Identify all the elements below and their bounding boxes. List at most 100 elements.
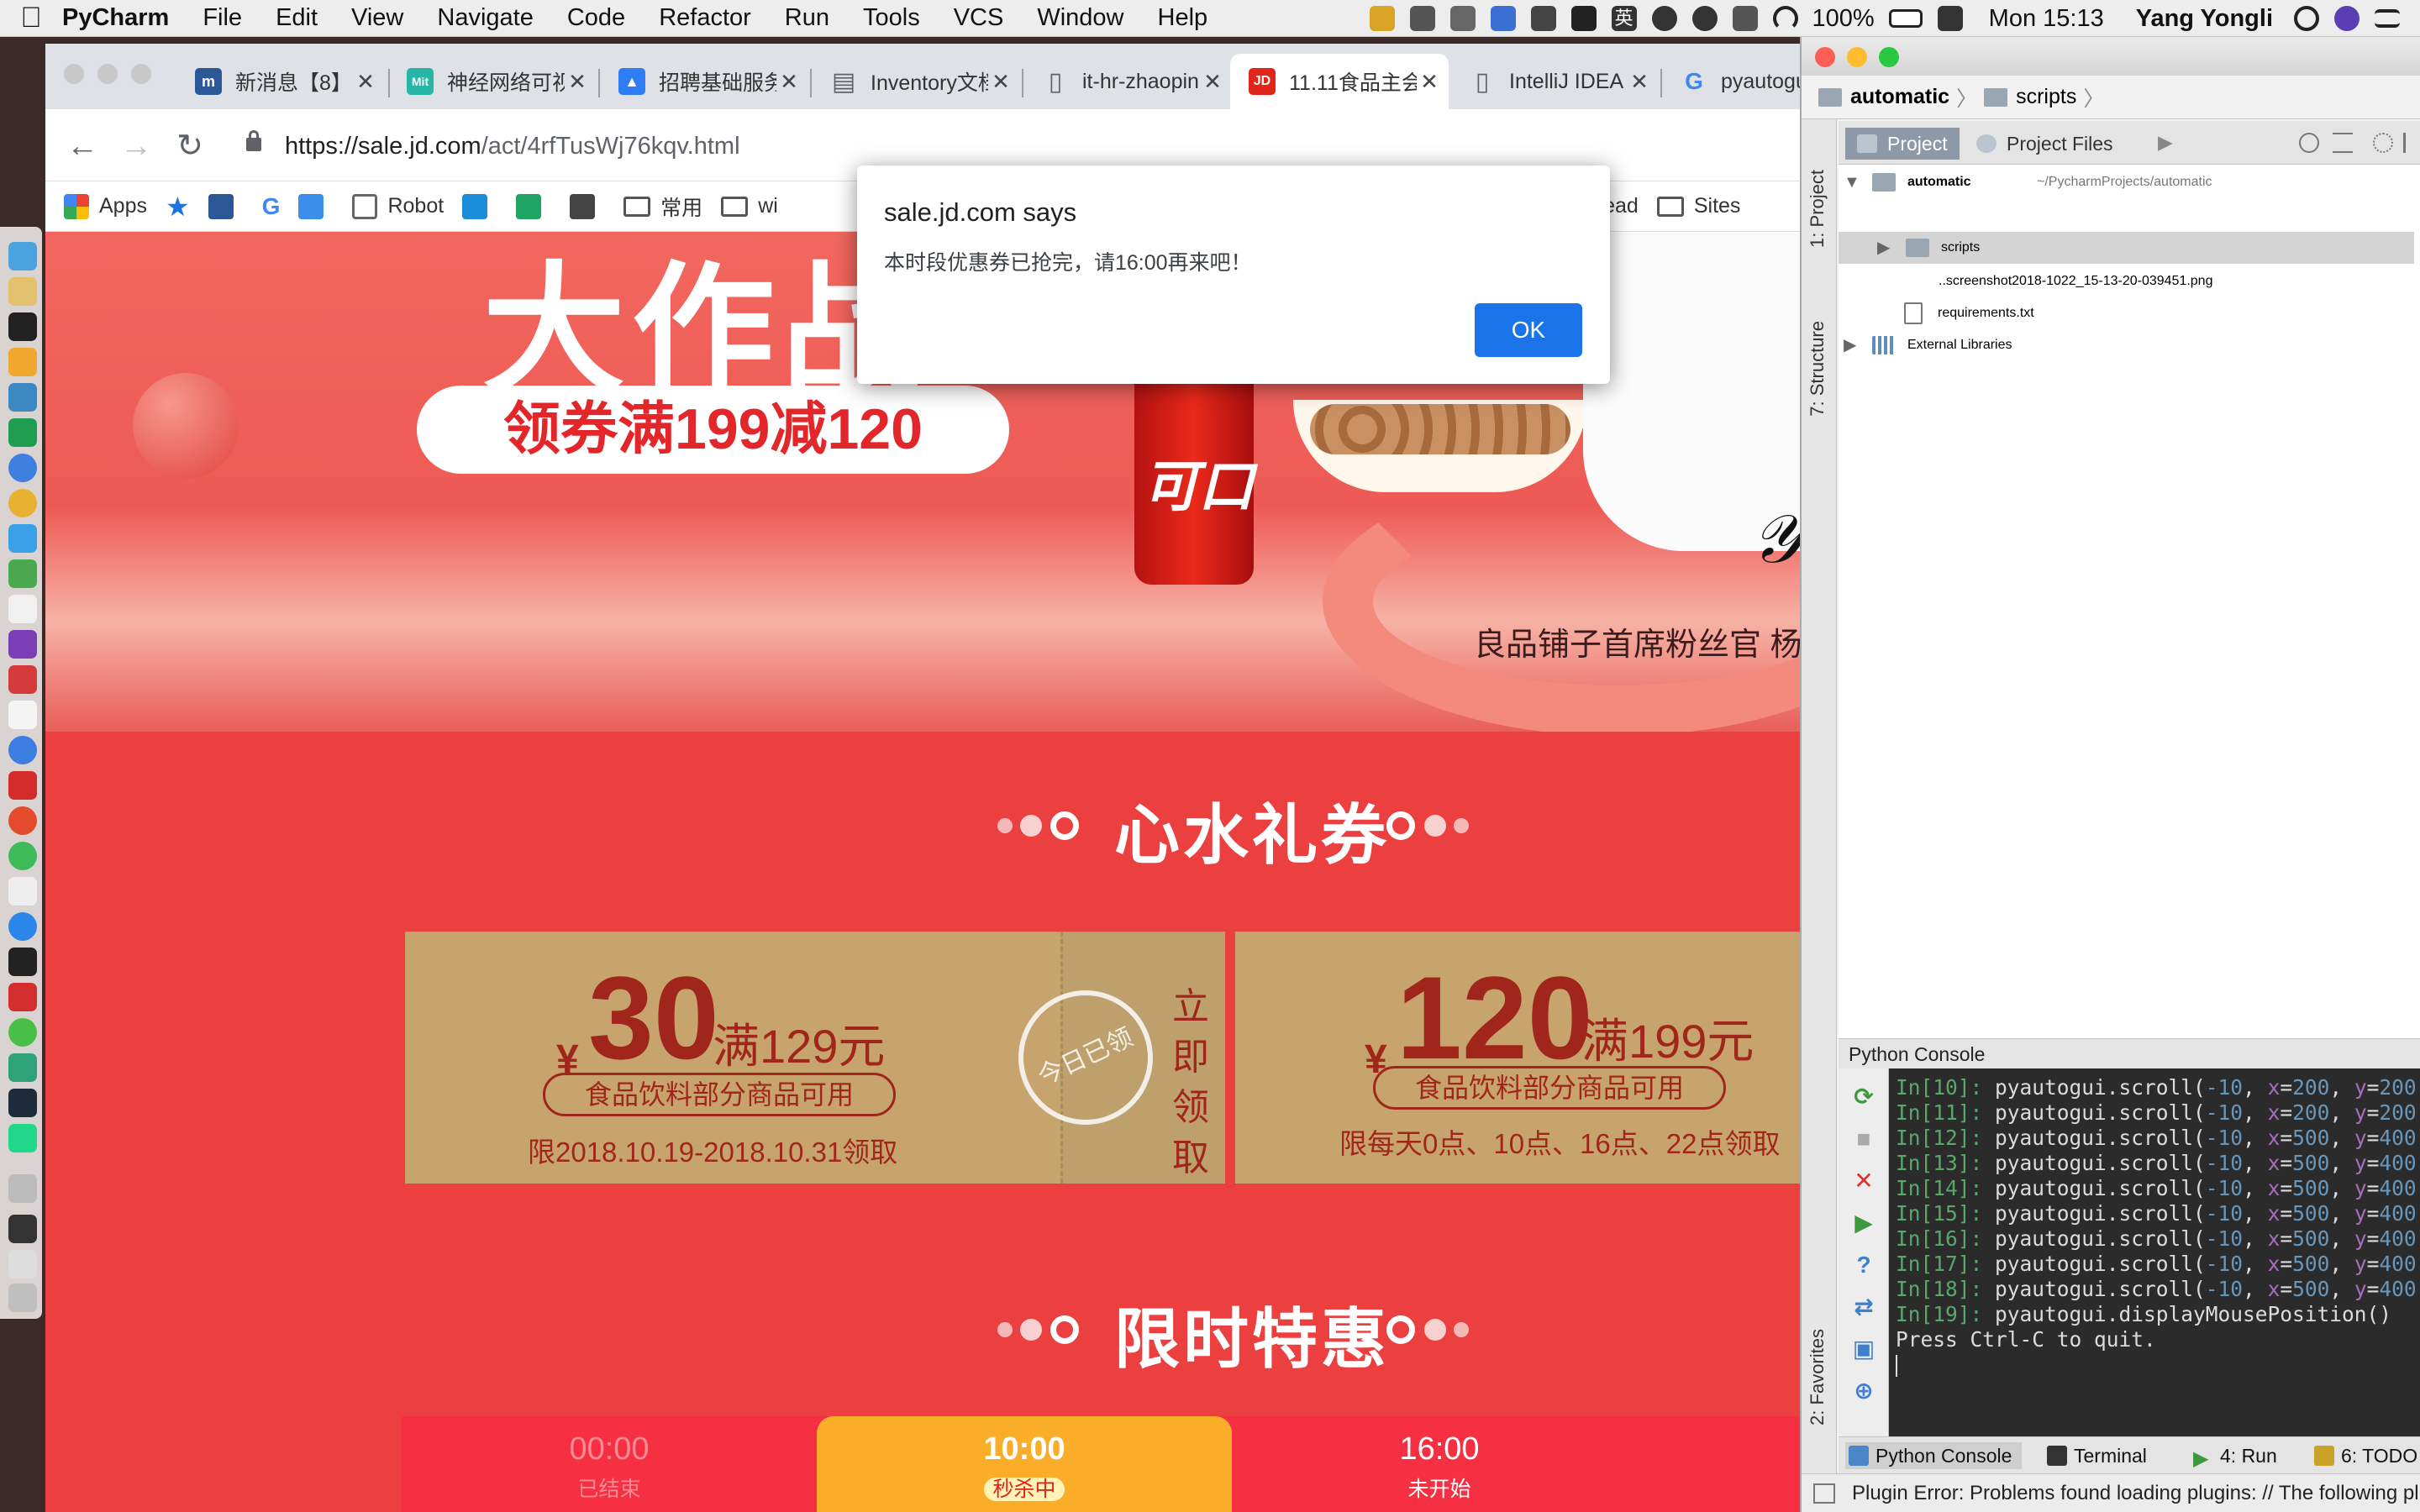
zoom-window-button[interactable] — [131, 64, 151, 84]
calendar-icon[interactable] — [8, 701, 37, 729]
status-bar[interactable]: Plugin Error: Problems found loading plu… — [1802, 1473, 2420, 1512]
bookmark-z[interactable] — [462, 193, 497, 219]
tool-tab-project[interactable]: 1: Project — [1807, 170, 1828, 248]
browser-tab[interactable]: Mit 神经网络可视化 ✕ — [388, 54, 597, 109]
browser-tab-active[interactable]: JD 11.11食品主会场 ✕ — [1230, 54, 1449, 109]
app-store-icon[interactable] — [8, 912, 37, 941]
evernote-icon[interactable] — [8, 559, 37, 588]
word-icon[interactable] — [8, 383, 37, 412]
menubar-user[interactable]: Yang Yongli — [2136, 5, 2273, 33]
markdown-icon[interactable] — [8, 454, 37, 482]
notes-icon[interactable] — [8, 877, 37, 906]
cloud-icon[interactable] — [1651, 6, 1677, 31]
rerun-icon[interactable]: ⟳ — [1852, 1085, 1876, 1109]
execute-icon[interactable]: ▶ — [1852, 1211, 1876, 1235]
reload-icon[interactable]: ↻ — [171, 128, 208, 165]
star-app-icon[interactable] — [8, 665, 37, 694]
time-slot-ended[interactable]: 00:00 已结束 — [402, 1416, 817, 1512]
collapse-all-icon[interactable] — [2333, 133, 2353, 153]
more-tabs-icon[interactable]: ▶ — [2158, 131, 2173, 154]
bookmark-sites[interactable]: Sites — [1656, 194, 1740, 218]
breadcrumb-root[interactable]: automatic — [1850, 85, 1949, 109]
tree-row-screenshot[interactable]: ..screenshot2018-1022_15-13-20-039451.pn… — [1939, 265, 2420, 297]
browser-tab[interactable]: m 新消息【8】 ✕ — [176, 54, 385, 109]
python-console-output[interactable]: In[10]: pyautogui.scroll(-10, x=200, y=2… — [1889, 1068, 2420, 1475]
breadcrumb-child[interactable]: scripts — [2016, 85, 2076, 109]
forward-icon[interactable]: → — [118, 128, 155, 165]
soft-wrap-icon[interactable]: ⇄ — [1852, 1295, 1876, 1319]
menu-tools[interactable]: Tools — [863, 4, 920, 32]
close-tab-icon[interactable]: ✕ — [1200, 69, 1225, 95]
close-tab-icon[interactable]: ✕ — [353, 69, 378, 95]
xmind-icon[interactable] — [8, 983, 37, 1011]
tab-python-console[interactable]: Python Console — [1845, 1442, 2023, 1469]
trash-icon[interactable] — [8, 1284, 37, 1312]
docker-icon[interactable] — [1409, 6, 1435, 31]
sequel-icon[interactable] — [8, 277, 37, 306]
bookmark-calc[interactable] — [570, 193, 605, 219]
mic-icon[interactable] — [1570, 6, 1597, 31]
menu-refactor[interactable]: Refactor — [659, 4, 751, 32]
browser-tab[interactable]: G pyautogui — [1662, 54, 1802, 109]
vpn-shield-icon[interactable] — [1490, 6, 1516, 31]
tab-terminal[interactable]: Terminal — [2044, 1442, 2147, 1469]
screen-icon[interactable] — [8, 1215, 37, 1243]
address-bar[interactable]: https://sale.jd.com/act/4rfTusWj76kqv.ht… — [226, 124, 1802, 168]
apple-menu-icon[interactable]:  — [0, 2, 62, 34]
minimize-window-button[interactable] — [1847, 47, 1867, 67]
pycharm-dock-icon[interactable] — [8, 1124, 37, 1152]
menubar-clock[interactable]: Mon 15:13 — [1989, 5, 2104, 33]
onenote-icon[interactable] — [8, 630, 37, 659]
sketch-icon[interactable] — [1937, 6, 1963, 31]
music-icon[interactable] — [8, 806, 37, 835]
tab-todo[interactable]: 6: TODO — [2311, 1442, 2417, 1469]
notification-center-icon[interactable] — [2375, 9, 2400, 28]
coupon-card-30[interactable]: ¥ 30 满129元 食品饮料部分商品可用 限2018.10.19-2018.1… — [405, 932, 1060, 1184]
lock-icon[interactable] — [246, 130, 261, 151]
menu-edit[interactable]: Edit — [276, 4, 318, 32]
project-files-tab[interactable]: Project Files — [1965, 128, 2125, 160]
status-toggle-icon[interactable] — [1813, 1483, 1835, 1504]
menu-file[interactable]: File — [203, 4, 242, 32]
menu-run[interactable]: Run — [785, 4, 829, 32]
menu-view[interactable]: View — [351, 4, 403, 32]
close-tab-icon[interactable]: ✕ — [565, 69, 590, 95]
chat-icon[interactable] — [1530, 6, 1556, 31]
calendar-grid-icon[interactable] — [8, 595, 37, 623]
menu-window[interactable]: Window — [1037, 4, 1123, 32]
bookmark-apps[interactable]: Apps — [64, 193, 147, 219]
zoom-window-button[interactable] — [1879, 47, 1899, 67]
menu-navigate[interactable]: Navigate — [437, 4, 533, 32]
new-console-icon[interactable]: ⊕ — [1852, 1379, 1876, 1403]
close-window-button[interactable] — [1815, 47, 1835, 67]
locate-icon[interactable] — [2299, 133, 2319, 153]
console-cursor[interactable] — [1896, 1352, 2420, 1378]
bookmark-star[interactable]: ★ — [166, 191, 190, 223]
wechat-dock-icon[interactable] — [8, 1018, 37, 1047]
close-tab-icon[interactable]: ✕ — [988, 69, 1013, 95]
safari-icon[interactable] — [8, 736, 37, 764]
browser-tab[interactable]: ▲ 招聘基础服务 ✕ — [600, 54, 808, 109]
shield-icon[interactable] — [1369, 6, 1395, 31]
banner-coupon-pill[interactable]: 领券满199减120 — [417, 386, 1009, 474]
bookmark-wi[interactable]: wi — [721, 194, 778, 218]
excel-icon[interactable] — [8, 418, 37, 447]
menu-code[interactable]: Code — [567, 4, 625, 32]
wifi-icon[interactable] — [1772, 6, 1798, 31]
drive-icon[interactable] — [8, 1250, 37, 1278]
robot-icon[interactable] — [8, 1089, 37, 1117]
browser-tab[interactable]: ▯ IntelliJ IDEA ✕ — [1450, 54, 1659, 109]
pencil-icon[interactable] — [8, 524, 37, 553]
puzzle-icon[interactable] — [8, 1053, 37, 1082]
spotlight-search-icon[interactable] — [2294, 6, 2319, 31]
chrome-icon[interactable] — [8, 489, 37, 517]
stop-icon[interactable]: ■ — [1852, 1127, 1876, 1151]
minimize-window-button[interactable] — [97, 64, 118, 84]
variables-icon[interactable]: ▣ — [1852, 1337, 1876, 1361]
intellij-icon[interactable] — [8, 948, 37, 976]
time-slot-upcoming[interactable]: 16:00 未开始 — [1232, 1416, 1647, 1512]
menu-vcs[interactable]: VCS — [954, 4, 1004, 32]
sublime-icon[interactable] — [8, 348, 37, 376]
help-icon[interactable]: ? — [1852, 1253, 1876, 1277]
send-icon[interactable] — [1449, 6, 1476, 31]
